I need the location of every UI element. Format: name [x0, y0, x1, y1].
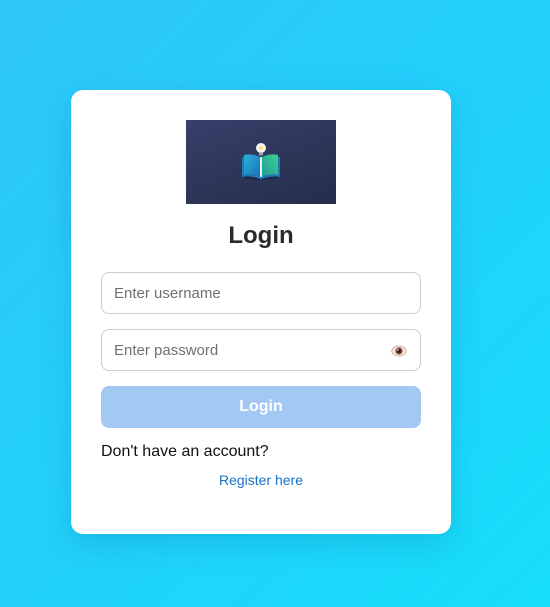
- password-input[interactable]: [102, 330, 420, 370]
- logo: [186, 120, 336, 204]
- username-field[interactable]: [101, 272, 421, 314]
- login-button[interactable]: Login: [101, 386, 421, 428]
- login-card: Login Login Don't have an account? Regis…: [71, 90, 451, 534]
- register-link[interactable]: Register here: [71, 472, 451, 488]
- password-field[interactable]: [101, 329, 421, 371]
- no-account-text: Don't have an account?: [101, 443, 269, 460]
- open-book-with-lightbulb-icon: [242, 143, 280, 180]
- username-input[interactable]: [102, 273, 420, 313]
- eye-icon[interactable]: [391, 343, 407, 359]
- page-title: Login: [228, 222, 294, 249]
